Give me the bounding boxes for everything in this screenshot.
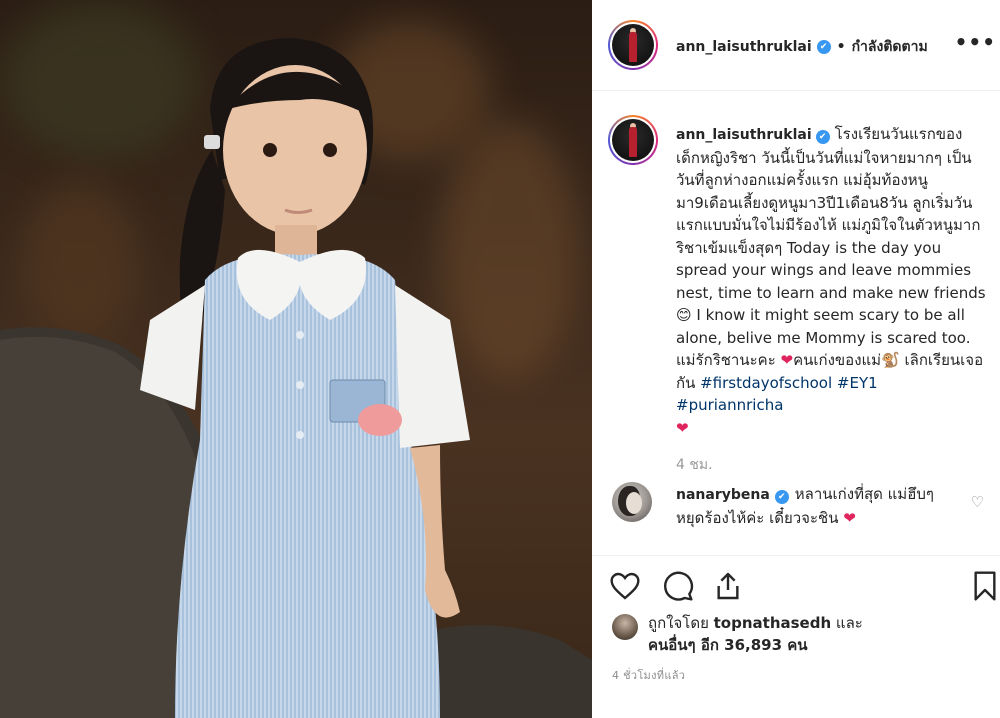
caption-username[interactable]: ann_laisuthruklai: [676, 127, 812, 143]
likes-count[interactable]: 36,893 คน: [724, 636, 807, 654]
post-side-panel: ann_laisuthruklai ✔ • กำลังติดตาม ••• an…: [592, 0, 1000, 718]
smile-emoji-icon: 😊: [676, 306, 692, 324]
liker-username[interactable]: topnathasedh: [714, 614, 832, 632]
comment-bubble-icon[interactable]: [662, 570, 694, 602]
photo-scene: [0, 38, 592, 718]
comment-username[interactable]: nanarybena: [676, 487, 770, 503]
comments-area[interactable]: ann_laisuthruklai ✔ โรงเรียนวันแรกของเด็กห…: [592, 91, 1000, 554]
post-header: ann_laisuthruklai ✔ • กำลังติดตาม •••: [592, 0, 1000, 91]
comment-item: nanarybena ✔ หลานเก่งที่สุด แม่ฮึบๆ หยุดร้…: [676, 483, 956, 529]
author-avatar[interactable]: [608, 20, 658, 70]
share-upload-icon[interactable]: [712, 570, 744, 602]
action-bar: ถูกใจโดย topnathasedh และคนอื่นๆ อีก 36,…: [592, 555, 1000, 718]
more-options-icon[interactable]: •••: [955, 30, 996, 54]
caption-timestamp[interactable]: 4 ชม.: [676, 454, 713, 476]
commenter-avatar[interactable]: [612, 482, 652, 522]
caption: ann_laisuthruklai ✔ โรงเรียนวันแรกของเด็กห…: [676, 123, 986, 439]
liker-avatar[interactable]: [612, 614, 638, 640]
comment-like-icon[interactable]: ♡: [971, 493, 984, 511]
header-username[interactable]: ann_laisuthruklai: [676, 39, 812, 55]
caption-text: โรงเรียนวันแรกของเด็กหญิงริชา วันนี้เป็น…: [676, 125, 986, 302]
others-prefix[interactable]: คนอื่นๆ อีก: [648, 636, 724, 654]
heart-outline-icon[interactable]: [609, 570, 641, 602]
caption-text-3: คนเก่งของแม่: [793, 351, 882, 369]
post-photo[interactable]: [0, 0, 592, 718]
likes-prefix: ถูกใจโดย: [648, 614, 714, 632]
header-user-row: ann_laisuthruklai ✔ • กำลังติดตาม: [676, 36, 928, 58]
monkey-emoji-icon: 🐒: [881, 351, 900, 369]
heart-emoji-icon: ❤: [676, 418, 689, 437]
bookmark-icon[interactable]: [969, 570, 1000, 602]
caption-author-avatar[interactable]: [608, 115, 658, 165]
heart-emoji-icon: ❤: [780, 351, 794, 369]
post-timestamp[interactable]: 4 ชั่วโมงที่แล้ว: [612, 666, 685, 684]
likes-text: ถูกใจโดย topnathasedh และคนอื่นๆ อีก 36,…: [648, 612, 948, 656]
separator-dot: •: [836, 39, 846, 55]
verified-badge-icon: ✔: [815, 130, 830, 144]
verified-badge-icon: ✔: [774, 490, 789, 504]
likes-summary: ถูกใจโดย topnathasedh และคนอื่นๆ อีก 36,…: [612, 612, 948, 656]
following-button[interactable]: กำลังติดตาม: [852, 36, 928, 58]
likes-middle: และ: [831, 614, 863, 632]
caption-hashtags[interactable]: #firstdayofschool #EY1 #puriannricha: [676, 374, 878, 415]
verified-badge-icon: ✔: [816, 40, 831, 54]
heart-emoji-icon: ❤: [843, 508, 856, 527]
